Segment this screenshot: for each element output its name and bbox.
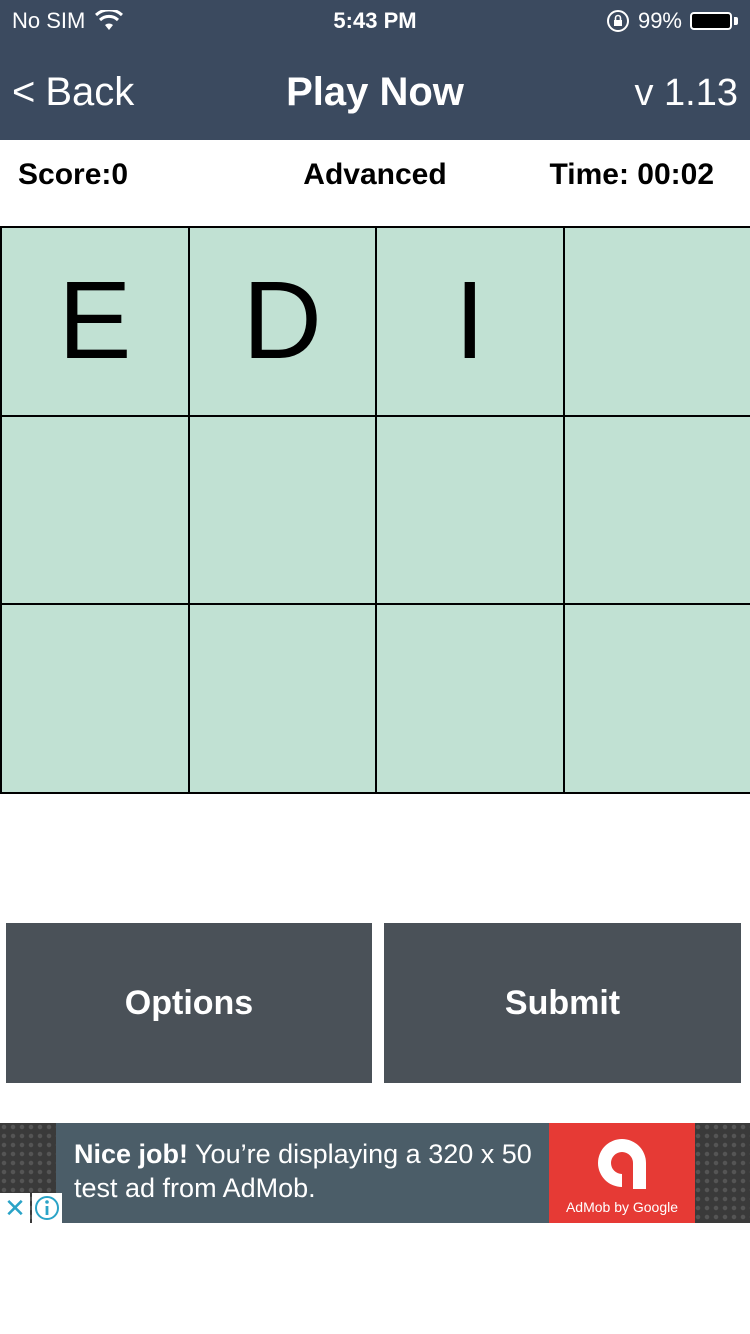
version-label: v 1.13: [634, 72, 738, 114]
status-bar: No SIM 5:43 PM 99%: [0, 0, 750, 40]
ad-close-icon[interactable]: ✕: [0, 1193, 30, 1223]
battery-icon: [690, 11, 738, 31]
ad-headline: Nice job!: [74, 1139, 189, 1169]
nav-bar: < Back Play Now v 1.13: [0, 60, 750, 132]
grid-cell[interactable]: [562, 414, 750, 606]
ad-pattern-right: [694, 1123, 750, 1223]
admob-logo-text: AdMob by Google: [565, 1199, 679, 1215]
grid-cell[interactable]: E: [0, 226, 190, 417]
grid-cell[interactable]: [187, 414, 377, 606]
status-right: 99%: [606, 8, 738, 34]
grid-cell[interactable]: [562, 226, 750, 417]
battery-body: [690, 12, 732, 30]
ad-text[interactable]: Nice job! You’re displaying a 320 x 50 t…: [56, 1123, 549, 1223]
ad-body-line1: You’re displaying a 320 x 50: [188, 1139, 532, 1169]
grid-cell[interactable]: I: [375, 226, 565, 417]
grid-cell[interactable]: [0, 603, 190, 794]
battery-percent: 99%: [637, 8, 682, 33]
ad-info-icon[interactable]: [32, 1193, 62, 1223]
grid-cell[interactable]: [375, 603, 565, 794]
app-header: No SIM 5:43 PM 99% < Back Play Now v 1.1…: [0, 0, 750, 140]
grid-cell[interactable]: [187, 603, 377, 794]
options-button[interactable]: Options: [6, 923, 372, 1083]
grid-cell[interactable]: [0, 414, 190, 606]
timer-label: Time: 00:02: [549, 158, 714, 191]
battery-tip: [734, 17, 738, 25]
ad-banner[interactable]: Nice job! You’re displaying a 320 x 50 t…: [0, 1123, 750, 1223]
grid-cell[interactable]: D: [187, 226, 377, 417]
grid-cell[interactable]: [375, 414, 565, 606]
ad-body-line2: test ad from AdMob.: [74, 1173, 316, 1203]
submit-button[interactable]: Submit: [384, 923, 741, 1083]
admob-logo[interactable]: AdMob by Google: [549, 1123, 695, 1223]
rotation-lock-icon: [606, 10, 629, 32]
admob-logo-icon: [598, 1139, 646, 1189]
grid-cell[interactable]: [562, 603, 750, 794]
letter-grid: EDI: [0, 226, 750, 794]
info-row: Score:0 Advanced Time: 00:02: [0, 140, 750, 226]
